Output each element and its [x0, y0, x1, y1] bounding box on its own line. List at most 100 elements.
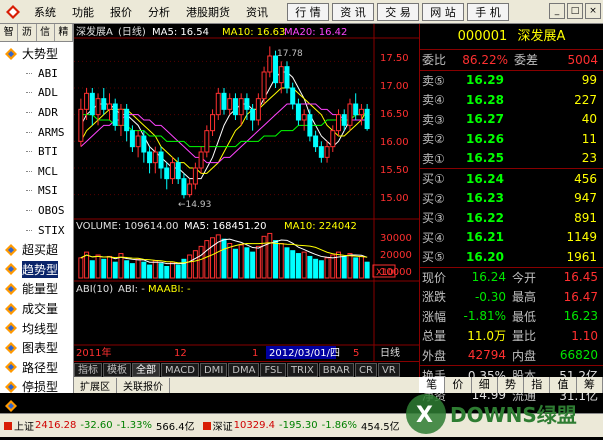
app-logo-icon[interactable]: [4, 3, 22, 21]
field-value: 42794: [467, 348, 506, 363]
sell-level-label: 卖③: [422, 112, 445, 127]
index-value: -32.60: [80, 420, 113, 431]
menu-analysis[interactable]: 分析: [140, 4, 178, 20]
volume-bar: [192, 250, 198, 279]
tree-leaf-item[interactable]: BTI: [0, 142, 73, 162]
quote-tab[interactable]: 笔: [419, 377, 446, 393]
date-label-month: 5: [353, 348, 359, 359]
indicator-tree: 大势型 ABI ADL ADR ARMS BTI MCL MSI OBOS STIX 超买超 趋势型能…: [0, 42, 73, 416]
tree-folder-item[interactable]: 均线型: [0, 318, 73, 338]
vol-ma10-readout: MA10: 224042: [284, 221, 357, 232]
tree-leaf-item[interactable]: MSI: [0, 181, 73, 201]
candle-body: [106, 103, 112, 110]
indicator-tab[interactable]: 指标: [74, 362, 102, 377]
buy-order-row[interactable]: 买② 16.23 947: [420, 189, 603, 209]
menu-quote[interactable]: 报价: [102, 4, 140, 20]
field-label: 内盘: [512, 348, 537, 363]
quote-tab[interactable]: 筹: [577, 377, 603, 393]
tree-connector: [26, 229, 32, 231]
tree-leaf-item[interactable]: ARMS: [0, 122, 73, 142]
sell-price: 16.25: [466, 151, 504, 166]
indicator-tab[interactable]: CR: [355, 362, 377, 377]
tree-folder-item[interactable]: 能量型: [0, 279, 73, 299]
nav-website-button[interactable]: 网 站: [422, 2, 464, 21]
candle-body: [347, 103, 353, 126]
sidebar-tab-2[interactable]: 沥: [18, 24, 37, 41]
field-label: 外盘: [422, 348, 447, 363]
minimize-button[interactable]: _: [549, 3, 565, 19]
ext-tab-related-quote[interactable]: 关联报价: [117, 377, 170, 393]
buy-order-row[interactable]: 买④ 16.21 1149: [420, 228, 603, 248]
close-button[interactable]: ×: [585, 3, 601, 19]
indicator-tab[interactable]: 全部: [132, 362, 160, 377]
tree-leaf-item[interactable]: ABI: [0, 64, 73, 84]
tree-connector: [26, 92, 32, 94]
buy-order-row[interactable]: 买⑤ 16.20 1961: [420, 247, 603, 267]
date-cursor: 2012/03/01/四: [269, 348, 340, 359]
quote-tab[interactable]: 价: [445, 377, 472, 393]
nav-mobile-button[interactable]: 手 机: [467, 2, 509, 21]
volume-bar: [112, 261, 118, 279]
sidebar-tab-4[interactable]: 精: [55, 24, 73, 41]
quote-tab[interactable]: 细: [472, 377, 498, 393]
indicator-tab[interactable]: DMI: [199, 362, 228, 377]
volume-bar: [273, 240, 279, 279]
buy-order-row[interactable]: 买① 16.24 456: [420, 169, 603, 189]
sell-level-label: 卖⑤: [422, 73, 445, 88]
sell-order-row[interactable]: 卖④ 16.28 227: [420, 90, 603, 110]
tree-connector: [26, 151, 32, 153]
sell-order-row[interactable]: 卖② 16.26 11: [420, 129, 603, 149]
ext-tab-extension[interactable]: 扩展区: [74, 377, 117, 393]
indicator-tab[interactable]: TRIX: [286, 362, 318, 377]
sell-order-row[interactable]: 卖⑤ 16.29 99: [420, 71, 603, 91]
sidebar-tab-info[interactable]: 信: [37, 24, 55, 41]
tree-folder-item[interactable]: 停损型: [0, 377, 73, 397]
field-value: -0.30: [474, 289, 506, 304]
indicator-tab[interactable]: DMA: [228, 362, 260, 377]
indicator-tab[interactable]: 模板: [103, 362, 131, 377]
candle-body: [227, 98, 233, 110]
tree-leaf-item[interactable]: ADR: [0, 103, 73, 123]
buy-level-label: 买④: [422, 230, 445, 245]
tree-leaf-item[interactable]: STIX: [0, 220, 73, 240]
tree-item-label: ARMS: [38, 125, 65, 139]
tree-folder-item[interactable]: 成交量: [0, 299, 73, 319]
menu-function[interactable]: 功能: [64, 4, 102, 20]
indicator-tab[interactable]: BRAR: [318, 362, 354, 377]
sell-order-row[interactable]: 卖③ 16.27 40: [420, 110, 603, 130]
stock-code: 000001: [457, 29, 508, 44]
quote-tab[interactable]: 指: [524, 377, 551, 393]
menu-news[interactable]: 资讯: [238, 4, 276, 20]
nav-info-button[interactable]: 资 讯: [332, 2, 374, 21]
maximize-button[interactable]: □: [567, 3, 583, 19]
tree-folder-item[interactable]: 超买超: [0, 240, 73, 260]
tree-folder-item[interactable]: 图表型: [0, 338, 73, 358]
nav-market-button[interactable]: 行 情: [287, 2, 329, 21]
quote-title: 000001 深发展A: [420, 24, 603, 50]
menu-hk-futures[interactable]: 港股期货: [178, 4, 238, 20]
kline-chart-svg[interactable]: 深发展A (日线) MA5: 16.54 MA10: 16.63 MA20: 1…: [74, 24, 419, 393]
sell-order-row[interactable]: 卖① 16.25 23: [420, 149, 603, 169]
buy-order-row[interactable]: 买③ 16.22 891: [420, 208, 603, 228]
sidebar-tab-smart[interactable]: 智: [0, 24, 19, 41]
tree-leaf-item[interactable]: OBOS: [0, 201, 73, 221]
tree-connector: [26, 112, 32, 114]
kline-chart[interactable]: 深发展A (日线) MA5: 16.54 MA10: 16.63 MA20: 1…: [74, 24, 419, 393]
tree-leaf-item[interactable]: ADL: [0, 83, 73, 103]
buy-price: 16.24: [466, 171, 504, 186]
period-label[interactable]: 日线: [380, 346, 400, 359]
tree-leaf-item[interactable]: MCL: [0, 162, 73, 182]
menu-system[interactable]: 系统: [26, 4, 64, 20]
nav-trade-button[interactable]: 交 易: [377, 2, 419, 21]
indicator-tab[interactable]: MACD: [161, 362, 199, 377]
tree-folder-item[interactable]: 趋势型: [0, 260, 73, 280]
volume-bar: [267, 232, 273, 279]
volume-bar: [198, 245, 204, 279]
indicator-tab[interactable]: VR: [377, 362, 400, 377]
indicator-tab[interactable]: FSL: [260, 362, 286, 377]
sidebar-tabs: 智 沥 信 精: [0, 24, 73, 42]
quote-tab[interactable]: 势: [498, 377, 525, 393]
tree-folder-item[interactable]: 路径型: [0, 358, 73, 378]
quote-tab[interactable]: 值: [550, 377, 577, 393]
tree-folder-item[interactable]: 大势型: [0, 44, 73, 64]
